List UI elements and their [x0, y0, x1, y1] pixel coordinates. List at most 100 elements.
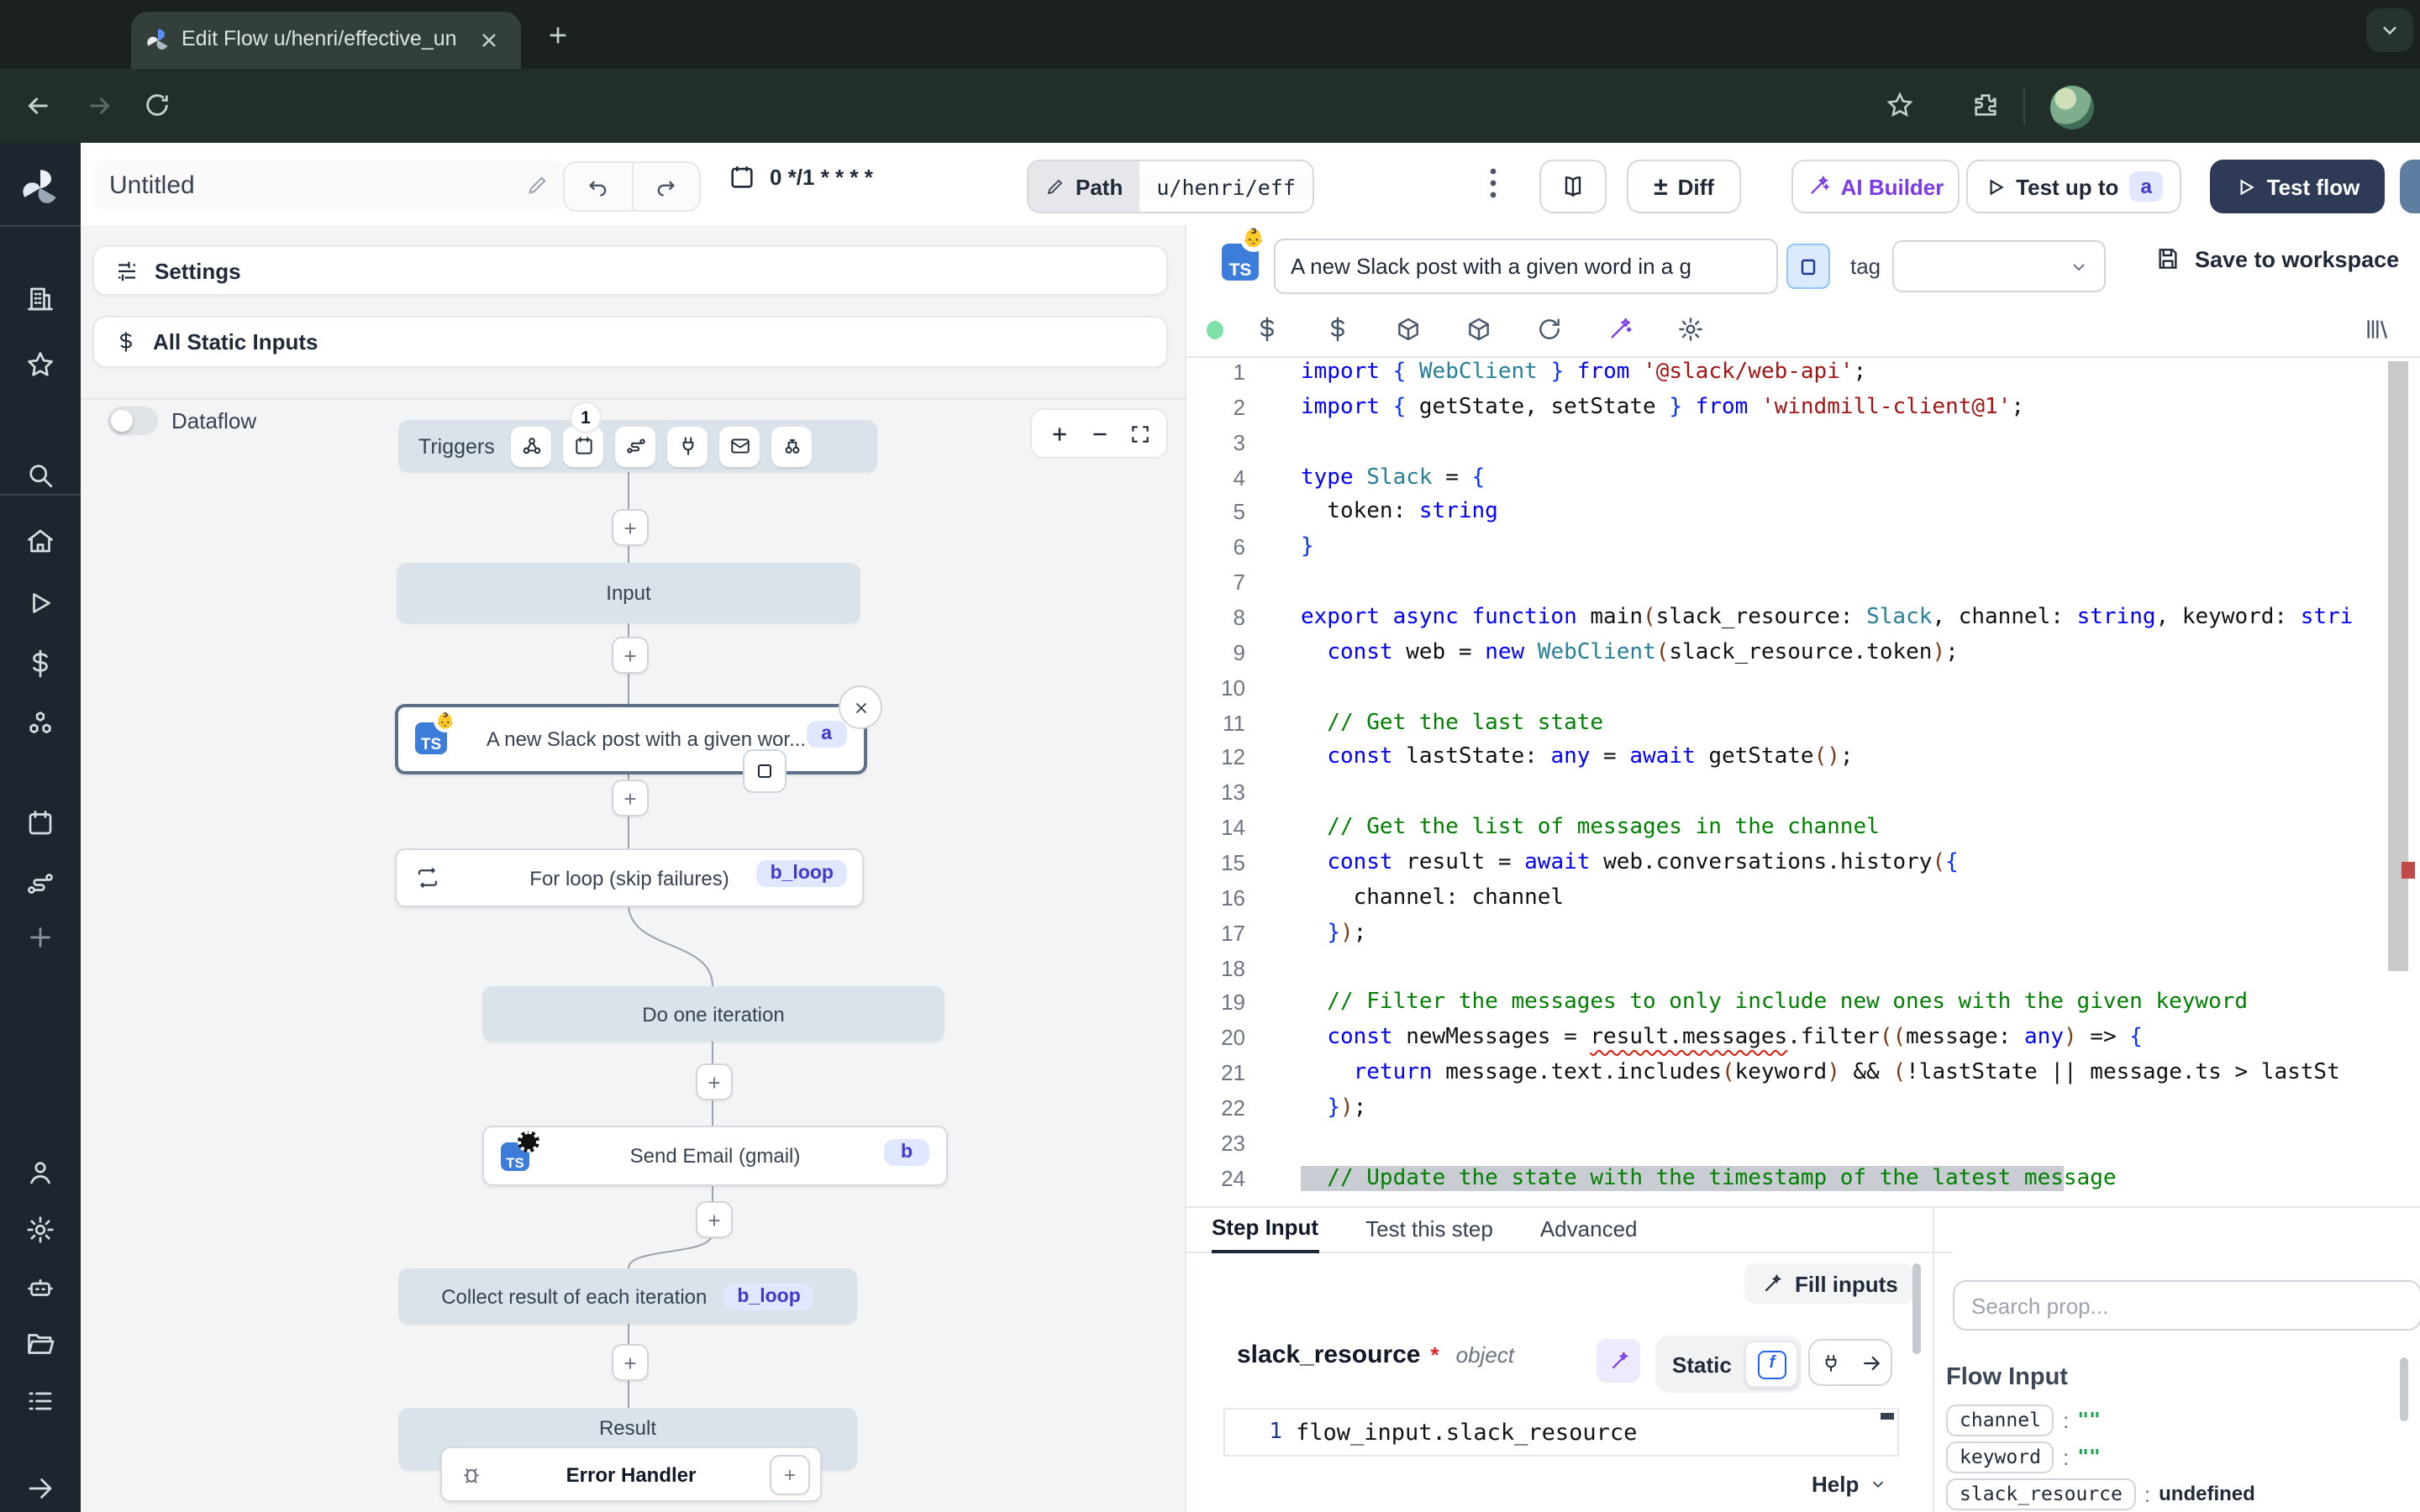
code-line[interactable]: // Filter the messages to only include n…	[1301, 987, 2393, 1022]
step-summary-input[interactable]: A new Slack post with a given word in a …	[1274, 239, 1778, 294]
bookmark-star-icon[interactable]	[1886, 91, 1914, 119]
flow-name-input[interactable]: Untitled	[92, 160, 566, 210]
more-kebab-icon[interactable]	[1489, 166, 1497, 200]
code-line[interactable]: }	[1301, 532, 2393, 567]
sidebar-folder-icon[interactable]	[25, 1329, 55, 1359]
sidebar-list-icon[interactable]	[25, 1386, 55, 1416]
code-line[interactable]	[1301, 426, 2393, 461]
tab-search-chevron-button[interactable]	[2366, 8, 2413, 52]
new-tab-icon[interactable]	[544, 22, 571, 49]
trigger-poll-button[interactable]	[772, 426, 813, 466]
reload-icon[interactable]	[143, 91, 171, 119]
docs-button[interactable]	[1539, 160, 1607, 213]
triggers-node[interactable]: Triggers	[398, 420, 877, 472]
trigger-route-button[interactable]	[616, 426, 656, 466]
trigger-plug-button[interactable]	[668, 426, 708, 466]
prop-row[interactable]: channel:""	[1946, 1401, 2400, 1438]
package-icon[interactable]	[1465, 316, 1492, 343]
tab-advanced[interactable]: Advanced	[1540, 1216, 1638, 1242]
test-flow-button[interactable]: Test flow	[2210, 160, 2385, 213]
schedule-cron[interactable]: 0 */1 * * * *	[728, 163, 873, 192]
code-line[interactable]: });	[1301, 917, 2393, 953]
package-icon[interactable]	[1395, 316, 1422, 343]
undo-button[interactable]	[565, 163, 633, 210]
do-one-iteration-node[interactable]: Do one iteration	[482, 986, 944, 1042]
save-to-workspace-button[interactable]: Save to workspace	[2154, 245, 2399, 272]
tab-test-this-step[interactable]: Test this step	[1365, 1216, 1493, 1242]
collect-result-node[interactable]: Collect result of each iteration b_loop	[398, 1268, 857, 1324]
code-line[interactable]: token: string	[1301, 496, 2393, 532]
prop-row[interactable]: keyword:""	[1946, 1438, 2400, 1475]
browser-tab[interactable]: Edit Flow u/henri/effective_un	[131, 12, 521, 69]
props-scrollbar[interactable]	[2400, 1357, 2408, 1421]
tag-select[interactable]	[1892, 240, 2106, 292]
code-line[interactable]	[1301, 1127, 2393, 1163]
wand-icon[interactable]	[1607, 316, 1634, 343]
slack-step-node[interactable]: TS 👶 A new Slack post with a given wor..…	[395, 704, 867, 774]
code-line[interactable]: const web = new WebClient(slack_resource…	[1301, 637, 2393, 672]
help-button[interactable]: Help	[1812, 1472, 1887, 1497]
tab-close-icon[interactable]	[477, 29, 501, 52]
draft-button[interactable]: Draft	[2400, 160, 2420, 213]
insert-step-button[interactable]: +	[612, 509, 649, 546]
editor-scrollbar[interactable]	[2388, 361, 2408, 971]
add-error-handler-button[interactable]: +	[770, 1455, 810, 1495]
code-line[interactable]: const result = await web.conversations.h…	[1301, 847, 2393, 882]
code-line[interactable]: import { getState, setState } from 'wind…	[1301, 391, 2393, 427]
path-chip[interactable]: Path u/henri/eff	[1027, 160, 1314, 213]
sidebar-arrow-right-icon[interactable]	[25, 1473, 55, 1504]
code-editor[interactable]: import { WebClient } from '@slack/web-ap…	[1301, 356, 2393, 1206]
code-line[interactable]: const lastState: any = await getState();	[1301, 742, 2393, 777]
sidebar-star-icon[interactable]	[25, 349, 55, 380]
test-up-to-button[interactable]: Test up to a	[1966, 160, 2181, 213]
code-line[interactable]	[1301, 777, 2393, 812]
back-icon[interactable]	[24, 91, 54, 121]
code-line[interactable]	[1301, 671, 2393, 706]
prop-name-pill[interactable]: slack_resource	[1946, 1478, 2136, 1509]
code-line[interactable]	[1301, 566, 2393, 601]
code-line[interactable]	[1301, 952, 2393, 987]
cache-toggle-button[interactable]	[1786, 244, 1830, 289]
sidebar-person-icon[interactable]	[25, 1158, 55, 1188]
ai-builder-button[interactable]: AI Builder	[1791, 160, 1960, 213]
connect-input-buttons[interactable]	[1808, 1339, 1892, 1386]
windmill-logo[interactable]	[18, 166, 62, 210]
sidebar-gear-icon[interactable]	[25, 1215, 55, 1245]
code-line[interactable]: type Slack = {	[1301, 461, 2393, 496]
send-email-node[interactable]: TS Send Email (gmail) b	[482, 1126, 948, 1186]
forward-icon[interactable]	[84, 91, 114, 121]
redo-button[interactable]	[633, 163, 699, 210]
sidebar-route-icon[interactable]	[25, 869, 55, 899]
step-input-scrollbar[interactable]	[1912, 1263, 1921, 1354]
forloop-node[interactable]: For loop (skip failures) b_loop	[395, 848, 864, 907]
dollar-icon[interactable]	[1254, 316, 1281, 343]
code-line[interactable]: });	[1301, 1092, 2393, 1127]
tab-step-input[interactable]: Step Input	[1212, 1205, 1318, 1253]
prop-row[interactable]: slack_resource:undefined	[1946, 1475, 2400, 1512]
dollar-icon[interactable]	[1324, 316, 1351, 343]
diff-button[interactable]: ± Diff	[1627, 160, 1741, 213]
extensions-icon[interactable]	[1971, 91, 2000, 119]
browser-avatar[interactable]	[2050, 86, 2094, 129]
sidebar-robot-icon[interactable]	[25, 1273, 55, 1304]
library-icon[interactable]	[2363, 316, 2390, 343]
expression-editor[interactable]: 1 flow_input.slack_resource	[1223, 1408, 1899, 1457]
sidebar-dollar-icon[interactable]	[25, 648, 55, 679]
sidebar-home-icon[interactable]	[25, 526, 55, 556]
sidebar-play-icon[interactable]	[25, 588, 55, 618]
ai-suggest-button[interactable]	[1597, 1339, 1640, 1383]
code-line[interactable]: const newMessages = result.messages.filt…	[1301, 1022, 2393, 1058]
refresh-icon[interactable]	[1536, 316, 1563, 343]
code-line[interactable]: // Update the state with the timestamp o…	[1301, 1163, 2393, 1198]
code-line[interactable]: import { WebClient } from '@slack/web-ap…	[1301, 356, 2393, 391]
stop-after-step-toggle[interactable]	[743, 749, 786, 793]
prop-name-pill[interactable]: channel	[1946, 1404, 2054, 1436]
code-line[interactable]: export async function main(slack_resourc…	[1301, 601, 2393, 637]
insert-step-button[interactable]: +	[612, 637, 649, 674]
code-line[interactable]: // Get the last state	[1301, 706, 2393, 742]
sidebar-calendar-icon[interactable]	[25, 808, 55, 838]
sidebar-plus-icon[interactable]	[25, 922, 55, 953]
gear-icon[interactable]	[1677, 316, 1704, 343]
insert-step-button[interactable]: +	[612, 780, 649, 816]
insert-step-button[interactable]: +	[696, 1063, 733, 1100]
